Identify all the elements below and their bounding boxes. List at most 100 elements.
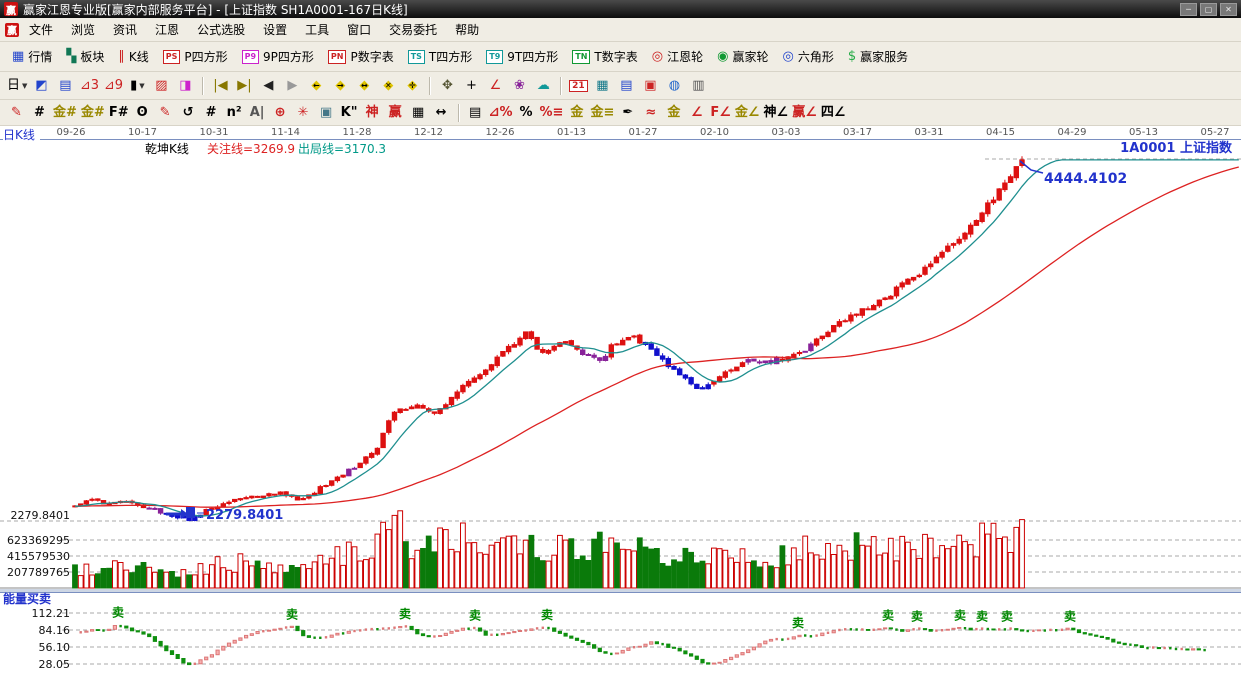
calendar-icon[interactable]: 21 <box>566 75 590 96</box>
t-table-button[interactable]: TNT数字表 <box>565 46 645 67</box>
menu-item-4[interactable]: 江恩 <box>146 18 188 41</box>
globe-icon[interactable]: ◍ <box>662 75 686 96</box>
text-tool-icon-glyph: A| <box>250 106 265 119</box>
star-target-icon[interactable]: ✳ <box>292 103 315 123</box>
print-icon[interactable]: ▥ <box>686 75 710 96</box>
period-day-selector[interactable]: 日▼ <box>5 75 29 96</box>
menu-item-1[interactable]: 文件 <box>20 18 62 41</box>
gold-circle-icon[interactable]: 金 <box>565 103 588 123</box>
kline-pattern-icon[interactable]: ◩ <box>29 75 53 96</box>
volume-bar <box>786 565 791 588</box>
menu-item-9[interactable]: 交易委托 <box>380 18 446 41</box>
menu-item-5[interactable]: 公式选股 <box>188 18 254 41</box>
menu-item-7[interactable]: 工具 <box>296 18 338 41</box>
diamond-left-icon[interactable]: ◆← <box>304 75 328 96</box>
first-page-icon[interactable]: |◀ <box>208 75 232 96</box>
list-percent-icon[interactable]: ▤ <box>464 103 487 123</box>
angle-win-icon[interactable]: 赢∠ <box>790 103 819 123</box>
9t-square-button[interactable]: T99T四方形 <box>479 46 565 67</box>
hand-tool-icon[interactable]: ✥ <box>435 75 459 96</box>
angle-j-icon[interactable]: ∠ <box>685 103 708 123</box>
diamond-expand-icon[interactable]: ◆↔ <box>352 75 376 96</box>
next-bar-icon[interactable]: ▶ <box>280 75 304 96</box>
volume-bar <box>478 553 483 588</box>
ink-pen-icon[interactable]: ✒ <box>616 103 639 123</box>
minimize-button[interactable]: ─ <box>1180 3 1197 16</box>
info-doc-icon[interactable]: ▤ <box>53 75 77 96</box>
f-grid-icon[interactable]: F# <box>107 103 131 123</box>
menu-item-6[interactable]: 设置 <box>254 18 296 41</box>
cloud-tool-icon[interactable]: ☁ <box>531 75 555 96</box>
pen-2-icon[interactable]: ✎ <box>154 103 177 123</box>
gann-wheel-button[interactable]: ◎江恩轮 <box>645 46 710 67</box>
spiral-icon[interactable]: ʘ <box>131 103 154 123</box>
angle-measure-icon[interactable]: ∠ <box>483 75 507 96</box>
menu-item-8[interactable]: 窗口 <box>338 18 380 41</box>
gold-grid-2-icon[interactable]: 金# <box>79 103 107 123</box>
ruler-icon[interactable]: # <box>200 103 223 123</box>
circle-arrow-icon[interactable]: ↺ <box>177 103 200 123</box>
text-tool-icon[interactable]: A| <box>246 103 269 123</box>
gold-grid-icon[interactable]: 金# <box>51 103 79 123</box>
diamond-right-icon[interactable]: ◆→ <box>328 75 352 96</box>
prev-bar-icon[interactable]: ◀ <box>256 75 280 96</box>
gann-pen-icon[interactable]: ✎ <box>5 103 28 123</box>
mini-kline-9-icon[interactable]: ⊿9 <box>101 75 125 96</box>
angle-shen-icon[interactable]: 神∠ <box>762 103 791 123</box>
menu-item-2[interactable]: 浏览 <box>62 18 104 41</box>
t-square-button[interactable]: TST四方形 <box>401 46 480 67</box>
volume-style-icon[interactable]: ◨ <box>173 75 197 96</box>
percent-lines-icon[interactable]: %≡ <box>538 103 566 123</box>
9p-square-button[interactable]: P99P四方形 <box>235 46 321 67</box>
percent-icon[interactable]: % <box>515 103 538 123</box>
kline-button[interactable]: ∥K线 <box>111 46 155 67</box>
crosshair-tool-icon[interactable]: + <box>459 75 483 96</box>
indicator-bar <box>239 638 242 640</box>
menu-item-10[interactable]: 帮助 <box>446 18 488 41</box>
p-square-button[interactable]: PSP四方形 <box>156 46 235 67</box>
sectors-button[interactable]: ▚板块 <box>59 46 111 67</box>
volume-bar <box>849 560 854 588</box>
gold-lines-icon[interactable]: 金≡ <box>588 103 616 123</box>
close-button[interactable]: ✕ <box>1220 3 1237 16</box>
notepad-icon[interactable]: ▤ <box>614 75 638 96</box>
maximize-button[interactable]: ▢ <box>1200 3 1217 16</box>
target-red-icon[interactable]: ⊕ <box>269 103 292 123</box>
diamond-cross-icon[interactable]: ◆✛ <box>400 75 424 96</box>
kline-chart[interactable]: 卖卖卖卖卖卖卖卖卖卖卖卖 乾坤K线 关注线=3269.9 出局线=3170.3 … <box>0 140 1241 680</box>
winner-wheel-button[interactable]: ◉赢家轮 <box>710 46 775 67</box>
gann-flower-tool-icon[interactable]: ❀ <box>507 75 531 96</box>
mdi-child-icon[interactable]: 赢 <box>5 23 19 37</box>
qiankun-pattern-icon[interactable]: ▨ <box>149 75 173 96</box>
diamond-compress-icon[interactable]: ◆✕ <box>376 75 400 96</box>
percent-slope-icon[interactable]: ⊿% <box>487 103 515 123</box>
win-ruler-icon[interactable]: 赢 <box>384 103 407 123</box>
angle-f-icon[interactable]: F∠ <box>708 103 733 123</box>
winner-service-button[interactable]: $赢家服务 <box>841 46 915 67</box>
candle-body <box>1014 167 1018 178</box>
candle-body <box>347 469 351 476</box>
hexagon-button[interactable]: ◎六角形 <box>775 46 840 67</box>
quotes-button[interactable]: ▦行情 <box>5 46 59 67</box>
wave-tool-icon[interactable]: ≈ <box>639 103 662 123</box>
square-target-icon[interactable]: ▣ <box>315 103 338 123</box>
chart-area[interactable]: 卖卖卖卖卖卖卖卖卖卖卖卖 乾坤K线 关注线=3269.9 出局线=3170.3 … <box>0 140 1241 680</box>
gold-box-icon[interactable]: 金 <box>662 103 685 123</box>
p-table-button[interactable]: PNP数字表 <box>321 46 401 67</box>
menu-item-3[interactable]: 资讯 <box>104 18 146 41</box>
angle-four-icon[interactable]: 四∠ <box>819 103 848 123</box>
price-grid-icon[interactable]: # <box>28 103 51 123</box>
mini-kline-3-icon[interactable]: ⊿3 <box>77 75 101 96</box>
volume-bar <box>666 566 671 588</box>
calculator-icon[interactable]: ▦ <box>590 75 614 96</box>
angle-gold-icon[interactable]: 金∠ <box>733 103 762 123</box>
save-icon[interactable]: ▣ <box>638 75 662 96</box>
k-marks-icon[interactable]: K" <box>338 103 361 123</box>
last-page-icon[interactable]: ▶| <box>232 75 256 96</box>
shen-ruler-icon[interactable]: 神 <box>361 103 384 123</box>
n-squared-icon[interactable]: n² <box>223 103 246 123</box>
volume-bar <box>369 558 374 588</box>
grid-123-icon[interactable]: ▦ <box>407 103 430 123</box>
candle-style-selector[interactable]: ▮▼ <box>125 75 149 96</box>
width-arrows-icon[interactable]: ↔ <box>430 103 453 123</box>
